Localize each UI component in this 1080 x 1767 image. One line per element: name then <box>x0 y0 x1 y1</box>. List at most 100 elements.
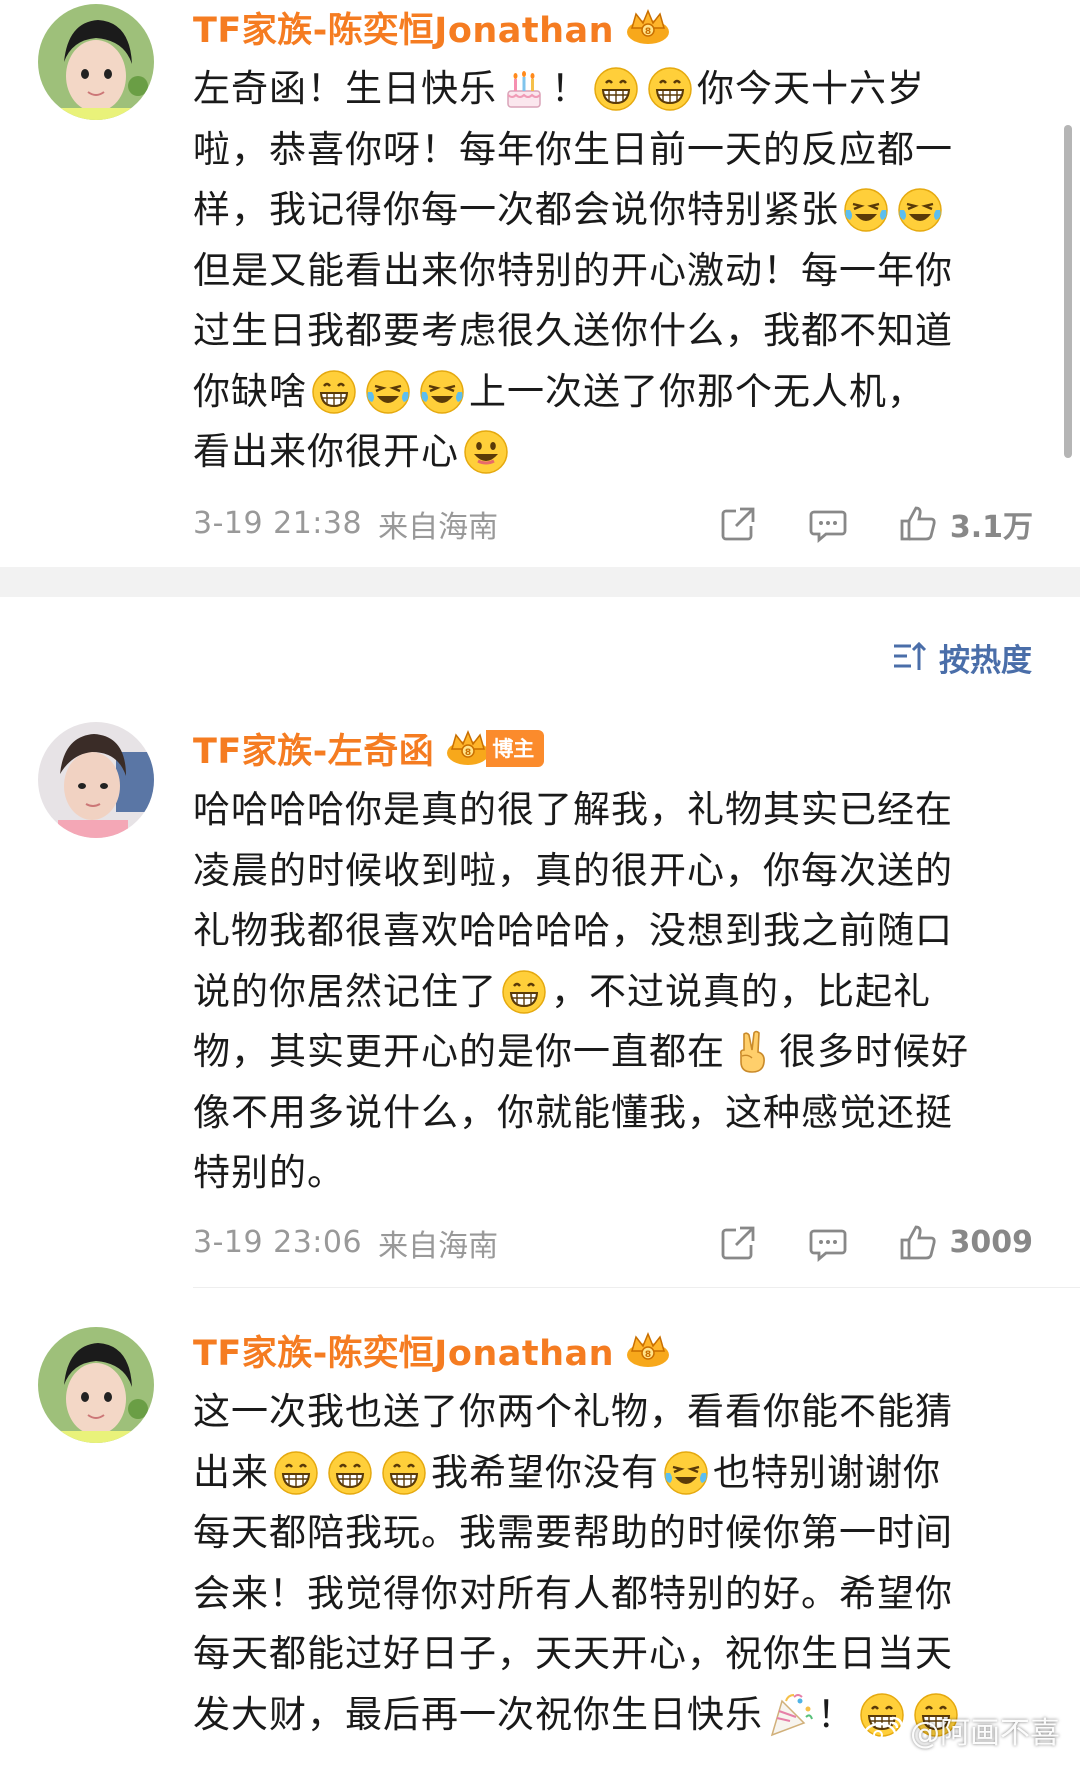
timestamp: 3-19 21:38 <box>193 506 363 541</box>
comment-text-segment: 像不用多说什么，你就能懂我，这种感觉还挺 <box>193 1090 953 1134</box>
comment-line: 出来 我希望你没有 也特别谢谢你 <box>193 1443 1033 1504</box>
comment-text-segment: 我希望你没有 <box>431 1450 659 1494</box>
comment-line: 特别的。 <box>193 1143 1033 1204</box>
scrollbar[interactable] <box>1064 125 1072 458</box>
like-count: 3.1万 <box>949 509 1033 545</box>
username[interactable]: TF家族-陈奕恒Jonathan <box>193 1325 614 1376</box>
like-count: 3009 <box>949 1225 1034 1260</box>
comment-text-segment: 左奇函！生日快乐 <box>193 67 497 110</box>
svg-text:8: 8 <box>645 1350 651 1360</box>
comment-text-segment: 发大财，最后再一次祝你生日快乐 <box>193 1692 763 1736</box>
watermark-text: @阿画不喜 <box>910 1716 1060 1751</box>
comment-text-segment: 你缺啥 <box>193 369 307 413</box>
comment-text-segment: 凌晨的时候收到啦，真的很开心，你每次送的 <box>193 848 953 892</box>
comment-line: 物，其实更开心的是你一直都在 很多时候好 <box>193 1022 1033 1083</box>
comment-text-segment: 很多时候好 <box>779 1030 969 1073</box>
comment-text-segment: 这一次我也送了你两个礼物，看看你能不能猜 <box>193 1390 953 1433</box>
comment-text-segment: 但是又能看出来你特别的开心激动！每一年你 <box>193 248 953 292</box>
like-icon[interactable] <box>898 1223 938 1263</box>
svg-text:8: 8 <box>465 748 471 758</box>
crown-vip-icon: 8 <box>624 1331 672 1369</box>
sort-by-hot-button[interactable]: 按热度 <box>891 635 1032 679</box>
grin-emoji-icon <box>592 65 640 113</box>
like-icon[interactable] <box>898 504 938 544</box>
party-popper-emoji-icon <box>766 1691 814 1739</box>
comment-text-segment: 礼物我都很喜欢哈哈哈哈，没想到我之前随口 <box>193 909 953 952</box>
victory-hand-emoji-icon <box>728 1028 776 1076</box>
comment-line: 哈哈哈哈你是真的很了解我，礼物其实已经在 <box>193 780 1033 841</box>
username-row: TF家族-陈奕恒Jonathan 8 <box>193 1326 1033 1374</box>
timestamp: 3-19 23:06 <box>193 1225 363 1260</box>
laugh-cry-emoji-icon <box>364 368 412 416</box>
comment-line: 凌晨的时候收到啦，真的很开心，你每次送的 <box>193 841 1033 902</box>
username[interactable]: TF家族-左奇函 <box>193 723 434 774</box>
comment-text-segment: 每天都陪我玩。我需要帮助的时候你第一时间 <box>193 1511 953 1554</box>
author-tag: 博主 <box>486 729 545 767</box>
comment-text-segment: ！ <box>551 67 589 110</box>
laugh-cry-emoji-icon <box>896 186 944 234</box>
avatar[interactable] <box>38 1327 154 1443</box>
comment-line: 但是又能看出来你特别的开心激动！每一年你 <box>193 241 1033 302</box>
username-row: TF家族-陈奕恒Jonathan 8 <box>193 3 1033 51</box>
sort-icon <box>894 641 927 670</box>
comment-line: 会来！我觉得你对所有人都特别的好。希望你 <box>193 1564 1033 1625</box>
comment-line: 说的你居然记住了 ，不过说真的，比起礼 <box>193 962 1033 1023</box>
location: 来自海南 <box>378 509 499 545</box>
comment-line: 像不用多说什么，你就能懂我，这种感觉还挺 <box>193 1083 1033 1144</box>
comment-text-segment: 出来 <box>193 1450 269 1494</box>
comment-text-segment: 物，其实更开心的是你一直都在 <box>193 1030 725 1073</box>
avatar[interactable] <box>38 722 154 838</box>
comment-text-segment: 啦，恭喜你呀！每年你生日前一天的反应都一 <box>193 127 953 171</box>
grin-emoji-icon <box>500 968 548 1016</box>
comment-line: 礼物我都很喜欢哈哈哈哈，没想到我之前随口 <box>193 901 1033 962</box>
share-icon[interactable] <box>718 504 758 544</box>
comment-text-segment: 看出来你很开心 <box>193 430 459 473</box>
comment-line: 啦，恭喜你呀！每年你生日前一天的反应都一 <box>193 120 1033 181</box>
watermark: @阿画不喜 <box>862 1705 1060 1755</box>
comment-text-segment: ，不过说真的，比起礼 <box>551 969 931 1013</box>
comment-text-segment: ！ <box>817 1692 855 1736</box>
comment-text: 这一次我也送了你两个礼物，看看你能不能猜 出来 我希望你没有 也特别谢谢你每天都陪我玩… <box>193 1382 1033 1745</box>
comment-line: 左奇函！生日快乐 ！ 你今天十六岁 <box>193 59 1033 120</box>
username-row: TF家族-左奇函 8 博主 <box>193 724 1033 772</box>
crown-vip-icon: 8 <box>444 729 492 767</box>
comment-line: 看出来你很开心 <box>193 422 1033 483</box>
laugh-cry-emoji-icon <box>418 368 466 416</box>
comment-text-segment: 样，我记得你每一次都会说你特别紧张 <box>193 188 839 231</box>
comment-text-segment: 也特别谢谢你 <box>713 1450 941 1494</box>
smile-emoji-icon <box>462 428 510 476</box>
comment-meta: 3-19 23:06 来自海南 3009 <box>193 1218 1033 1268</box>
avatar[interactable] <box>38 4 154 120</box>
sort-label: 按热度 <box>939 642 1032 679</box>
comment-line: 样，我记得你每一次都会说你特别紧张 <box>193 180 1033 241</box>
comment-text-segment: 哈哈哈哈你是真的很了解我，礼物其实已经在 <box>193 788 953 831</box>
comment-meta: 3-19 21:38 来自海南 3.1万 <box>193 499 1033 549</box>
comment-text-segment: 说的你居然记住了 <box>193 969 497 1013</box>
comment-text-segment: 过生日我都要考虑很久送你什么，我都不知道 <box>193 309 953 352</box>
grin-emoji-icon <box>272 1449 320 1497</box>
comment-line: 过生日我都要考虑很久送你什么，我都不知道 <box>193 301 1033 362</box>
comment-line: 你缺啥 上一次送了你那个无人机， <box>193 362 1033 423</box>
comment-icon[interactable] <box>808 504 848 544</box>
comment-text: 哈哈哈哈你是真的很了解我，礼物其实已经在 凌晨的时候收到啦，真的很开心，你每次送的… <box>193 780 1033 1204</box>
laugh-cry-emoji-icon <box>662 1449 710 1497</box>
grin-emoji-icon <box>326 1449 374 1497</box>
comment-text: 左奇函！生日快乐 ！ 你今天十六岁啦，恭喜你呀！每年你生日前一天的反应都一 样，我记得… <box>193 59 1033 483</box>
comment-divider <box>193 1287 1080 1288</box>
comment-text-segment: 每天都能过好日子，天天开心，祝你生日当天 <box>193 1632 953 1675</box>
weibo-logo-icon <box>863 1716 904 1746</box>
share-icon[interactable] <box>718 1223 758 1263</box>
comment-icon[interactable] <box>808 1223 848 1263</box>
comment-text-segment: 会来！我觉得你对所有人都特别的好。希望你 <box>193 1571 953 1615</box>
author-badge: 8 博主 <box>444 729 545 767</box>
svg-text:8: 8 <box>645 27 651 37</box>
grin-emoji-icon <box>646 65 694 113</box>
comment-text-segment: 你今天十六岁 <box>697 67 925 110</box>
comment-text-segment: 特别的。 <box>193 1151 345 1194</box>
comment-text-segment: 上一次送了你那个无人机， <box>469 369 925 413</box>
crown-vip-icon: 8 <box>624 8 672 46</box>
section-divider <box>0 567 1080 597</box>
comment-line: 每天都能过好日子，天天开心，祝你生日当天 <box>193 1624 1033 1685</box>
location: 来自海南 <box>378 1228 499 1264</box>
username[interactable]: TF家族-陈奕恒Jonathan <box>193 2 614 53</box>
